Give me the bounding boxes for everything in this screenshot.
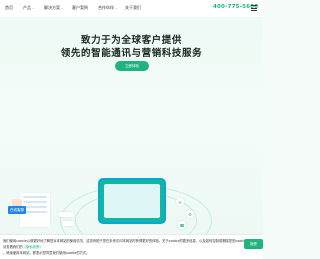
top-nav: 首页 产品 ⌄ 解决方案 ⌄ 客户案例 合作伙伴 ⌄ 关于我们 400-775-…	[0, 0, 263, 18]
cta-button[interactable]: 立即体验	[115, 61, 149, 71]
settings-icon: ⚙	[186, 210, 194, 218]
nav-item-label: 首页	[5, 5, 13, 10]
nav-item-about[interactable]: 关于我们	[125, 5, 141, 11]
privacy-policy-link[interactable]: 《隐私政策》	[23, 245, 43, 249]
chat-bubble	[62, 221, 74, 226]
cookie-text: 我们使用cookie以便更好地了解您对本网站的使用情况，这将有助于您在未来访问本…	[3, 238, 249, 256]
nav-item-home[interactable]: 首页	[5, 5, 13, 11]
nav-item-partners[interactable]: 合作伙伴 ⌄	[98, 5, 118, 11]
accept-cookie-button[interactable]: 接受	[244, 239, 263, 249]
hero-title-line2: 领先的智能通讯与营销科技服务	[60, 48, 203, 59]
cookie-line-text: 请查看我们的	[3, 245, 23, 249]
chevron-down-icon: ⌄	[115, 6, 118, 10]
phone-icon: ☎	[178, 221, 186, 229]
nav-item-label: 产品	[23, 5, 31, 10]
menu-icon[interactable]	[251, 5, 257, 11]
nav-item-products[interactable]: 产品 ⌄	[23, 5, 35, 11]
nav-item-solutions[interactable]: 解决方案 ⌄	[44, 5, 64, 11]
tablet-illustration	[98, 178, 166, 224]
nav-item-label: 客户案例	[72, 5, 88, 10]
nav-item-label: 解决方案	[44, 5, 60, 10]
hero-title-line1: 致力于为全球客户提供	[80, 35, 182, 46]
nav-item-label: 关于我们	[125, 5, 141, 10]
cookie-banner: 我们使用cookie以便更好地了解您对本网站的使用情况，这将有助于您在未来访问本…	[0, 234, 263, 259]
service-tag: 在线客服	[8, 206, 26, 214]
nav-item-cases[interactable]: 客户案例	[72, 5, 88, 11]
chevron-down-icon: ⌄	[32, 6, 35, 10]
chat-bubble	[58, 212, 74, 217]
chevron-down-icon: ⌄	[61, 6, 64, 10]
chat-icon: ✉	[176, 198, 184, 206]
cookie-line: 。继续使用本网站，即表示您同意我们使用cookie的方式。	[3, 251, 90, 255]
nav-item-label: 合作伙伴	[98, 5, 114, 10]
